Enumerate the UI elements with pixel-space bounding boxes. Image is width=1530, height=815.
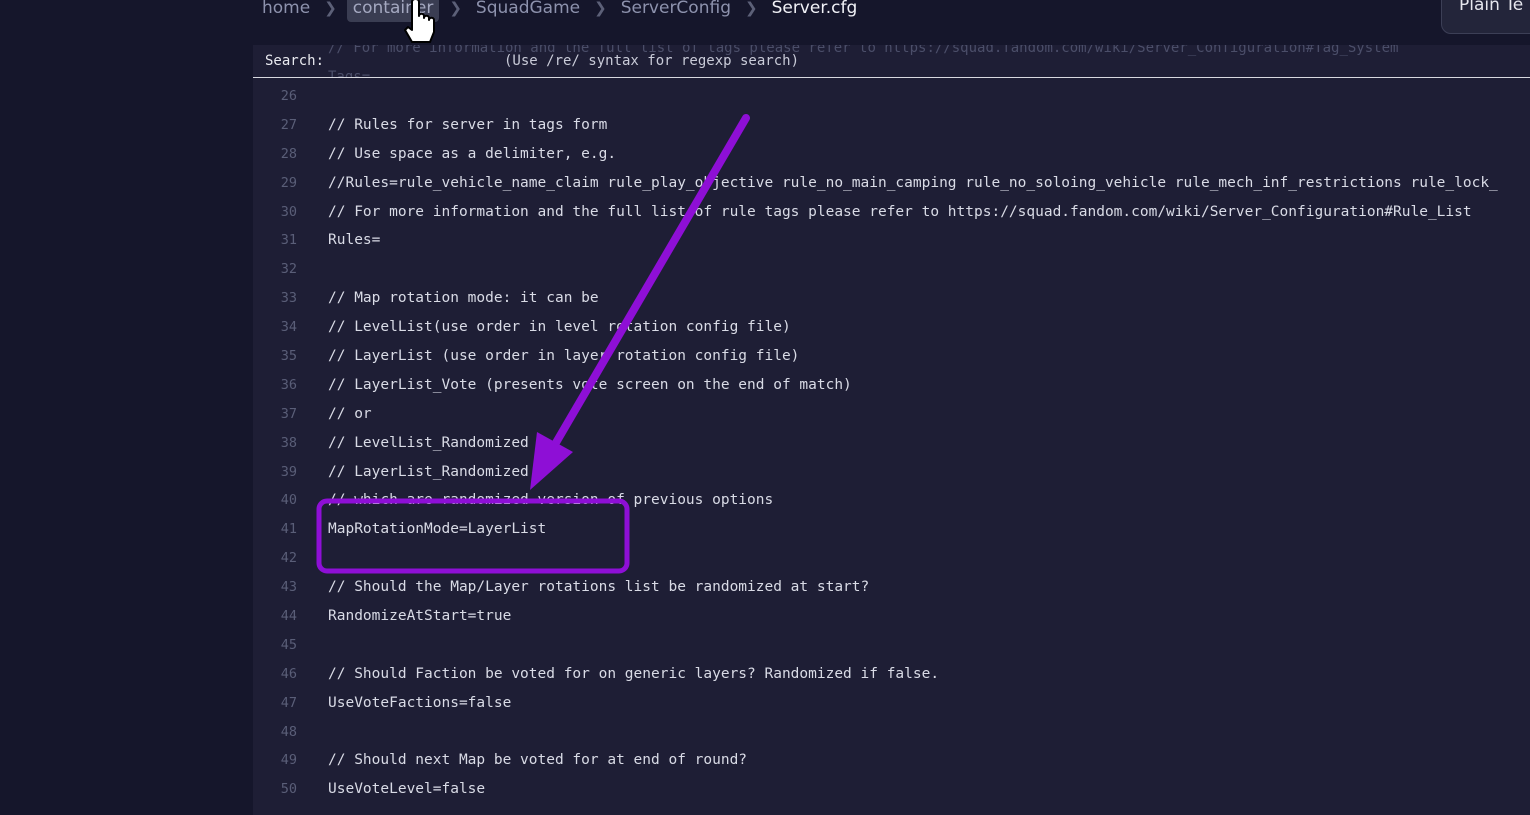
line-number: 26 (280, 88, 297, 104)
code-line[interactable]: 48 (253, 718, 1530, 747)
code-line[interactable]: 32 (253, 255, 1530, 284)
line-text: // Should next Map be voted for at end o… (328, 752, 748, 769)
code-line[interactable]: 33 // Map rotation mode: it can be (253, 284, 1530, 313)
code-line[interactable]: 40 // which are randomized version of pre… (253, 486, 1530, 515)
line-number: 39 (280, 463, 297, 480)
line-text: // LayerList (use order in layer rotatio… (328, 348, 800, 365)
breadcrumb-squadgame[interactable]: SquadGame (472, 0, 584, 22)
breadcrumb: home ❯ container ❯ SquadGame ❯ ServerCon… (258, 0, 861, 22)
scrolled-line-ghost: // For more information and the full lis… (328, 45, 1399, 56)
line-number: 30 (280, 203, 297, 220)
line-number: 47 (280, 694, 297, 711)
code-line[interactable]: 42 (253, 544, 1530, 573)
code-line[interactable]: 27 // Rules for server in tags form (253, 111, 1530, 140)
line-text: MapRotationMode=LayerList (328, 521, 547, 538)
code-line[interactable]: 38 // LevelList_Randomized (253, 429, 1530, 458)
code-line[interactable]: 37 // or (253, 400, 1530, 429)
code-line[interactable]: 41 MapRotationMode=LayerList (253, 515, 1530, 544)
code-line[interactable]: 49 // Should next Map be voted for at end… (253, 746, 1530, 775)
line-number: 37 (280, 405, 297, 422)
code-line[interactable]: 45 (253, 631, 1530, 660)
line-number: 40 (280, 492, 297, 509)
code-line[interactable]: 50 UseVoteLevel=false (253, 775, 1530, 804)
code-editor[interactable]: // For more information and the full lis… (253, 45, 1530, 815)
line-number: 29 (280, 174, 297, 191)
line-text: UseVoteLevel=false (328, 781, 486, 798)
breadcrumb-home[interactable]: home (258, 0, 314, 22)
code-line[interactable]: 30 // For more information and the full l… (253, 198, 1530, 227)
line-number: 35 (280, 348, 297, 365)
line-text: // which are randomized version of previ… (328, 492, 774, 509)
line-text: // Use space as a delimiter, e.g. (328, 145, 617, 162)
code-line[interactable]: 29 //Rules=rule_vehicle_name_claim rule_p… (253, 169, 1530, 198)
line-number: 38 (280, 434, 297, 451)
line-number: 27 (280, 116, 297, 133)
line-text: // Map rotation mode: it can be (328, 290, 599, 307)
line-number: 36 (280, 376, 297, 393)
line-number: 28 (280, 145, 297, 162)
line-text: RandomizeAtStart=true (328, 608, 512, 625)
line-number: 34 (280, 319, 297, 336)
code-line[interactable]: 47 UseVoteFactions=false (253, 689, 1530, 718)
code-line[interactable]: 28 // Use space as a delimiter, e.g. (253, 140, 1530, 169)
line-number: 45 (280, 636, 297, 653)
search-bar[interactable]: // For more information and the full lis… (253, 45, 1530, 78)
code-line[interactable]: 39 // LayerList_Randomized (253, 458, 1530, 487)
line-number: 41 (280, 521, 297, 538)
breadcrumb-chevron-icon: ❯ (324, 0, 337, 17)
code-line[interactable]: 26 (253, 82, 1530, 111)
line-text: //Rules=rule_vehicle_name_claim rule_pla… (328, 174, 1498, 191)
line-number: 43 (280, 579, 297, 596)
line-text: // For more information and the full lis… (328, 203, 1472, 220)
line-number: 49 (280, 752, 297, 769)
code-line[interactable]: 46 // Should Faction be voted for on gene… (253, 660, 1530, 689)
line-number: 42 (280, 550, 297, 567)
scrolled-line-ghost-2: Tags= (328, 69, 371, 78)
code-line[interactable]: 44 RandomizeAtStart=true (253, 602, 1530, 631)
line-number: 46 (280, 665, 297, 682)
line-text: // or (328, 405, 372, 422)
search-hint: (Use /re/ syntax for regexp search) (504, 53, 800, 69)
breadcrumb-chevron-icon: ❯ (449, 0, 462, 17)
code-line[interactable]: 43 // Should the Map/Layer rotations list… (253, 573, 1530, 602)
code-line[interactable]: 31 Rules= (253, 226, 1530, 255)
line-text: // Rules for server in tags form (328, 116, 608, 133)
line-number: 44 (280, 608, 297, 625)
line-number: 50 (280, 781, 297, 798)
breadcrumb-chevron-icon: ❯ (594, 0, 607, 17)
line-number: 33 (280, 290, 297, 307)
code-lines: 26 27 // Rules for server in tags form 28 //… (253, 82, 1530, 804)
breadcrumb-current-file: Server.cfg (771, 0, 858, 18)
breadcrumb-chevron-icon: ❯ (744, 0, 758, 17)
page: home ❯ container ❯ SquadGame ❯ ServerCon… (0, 0, 1530, 815)
line-text: // LayerList_Vote (presents vote screen … (328, 376, 852, 393)
code-line[interactable]: 35 // LayerList (use order in layer rotat… (253, 342, 1530, 371)
search-label: Search: (265, 53, 325, 69)
line-number: 32 (280, 261, 297, 278)
line-text: // Should the Map/Layer rotations list b… (328, 579, 870, 596)
breadcrumb-container[interactable]: container (346, 0, 440, 22)
code-line[interactable]: 36 // LayerList_Vote (presents vote scree… (253, 371, 1530, 400)
line-text: // LevelList_Randomized (328, 434, 529, 451)
code-line[interactable]: 34 // LevelList(use order in level rotati… (253, 313, 1530, 342)
breadcrumb-serverconfig[interactable]: ServerConfig (617, 0, 735, 22)
line-text: UseVoteFactions=false (328, 694, 512, 711)
line-number: 31 (280, 232, 297, 249)
line-text: // LayerList_Randomized (328, 463, 529, 480)
line-text: // Should Faction be voted for on generi… (328, 665, 940, 682)
line-text: // LevelList(use order in level rotation… (328, 319, 791, 336)
syntax-mode-button[interactable]: Plain Te (1441, 0, 1530, 34)
line-text: Rules= (328, 232, 381, 249)
line-number: 48 (280, 723, 297, 740)
